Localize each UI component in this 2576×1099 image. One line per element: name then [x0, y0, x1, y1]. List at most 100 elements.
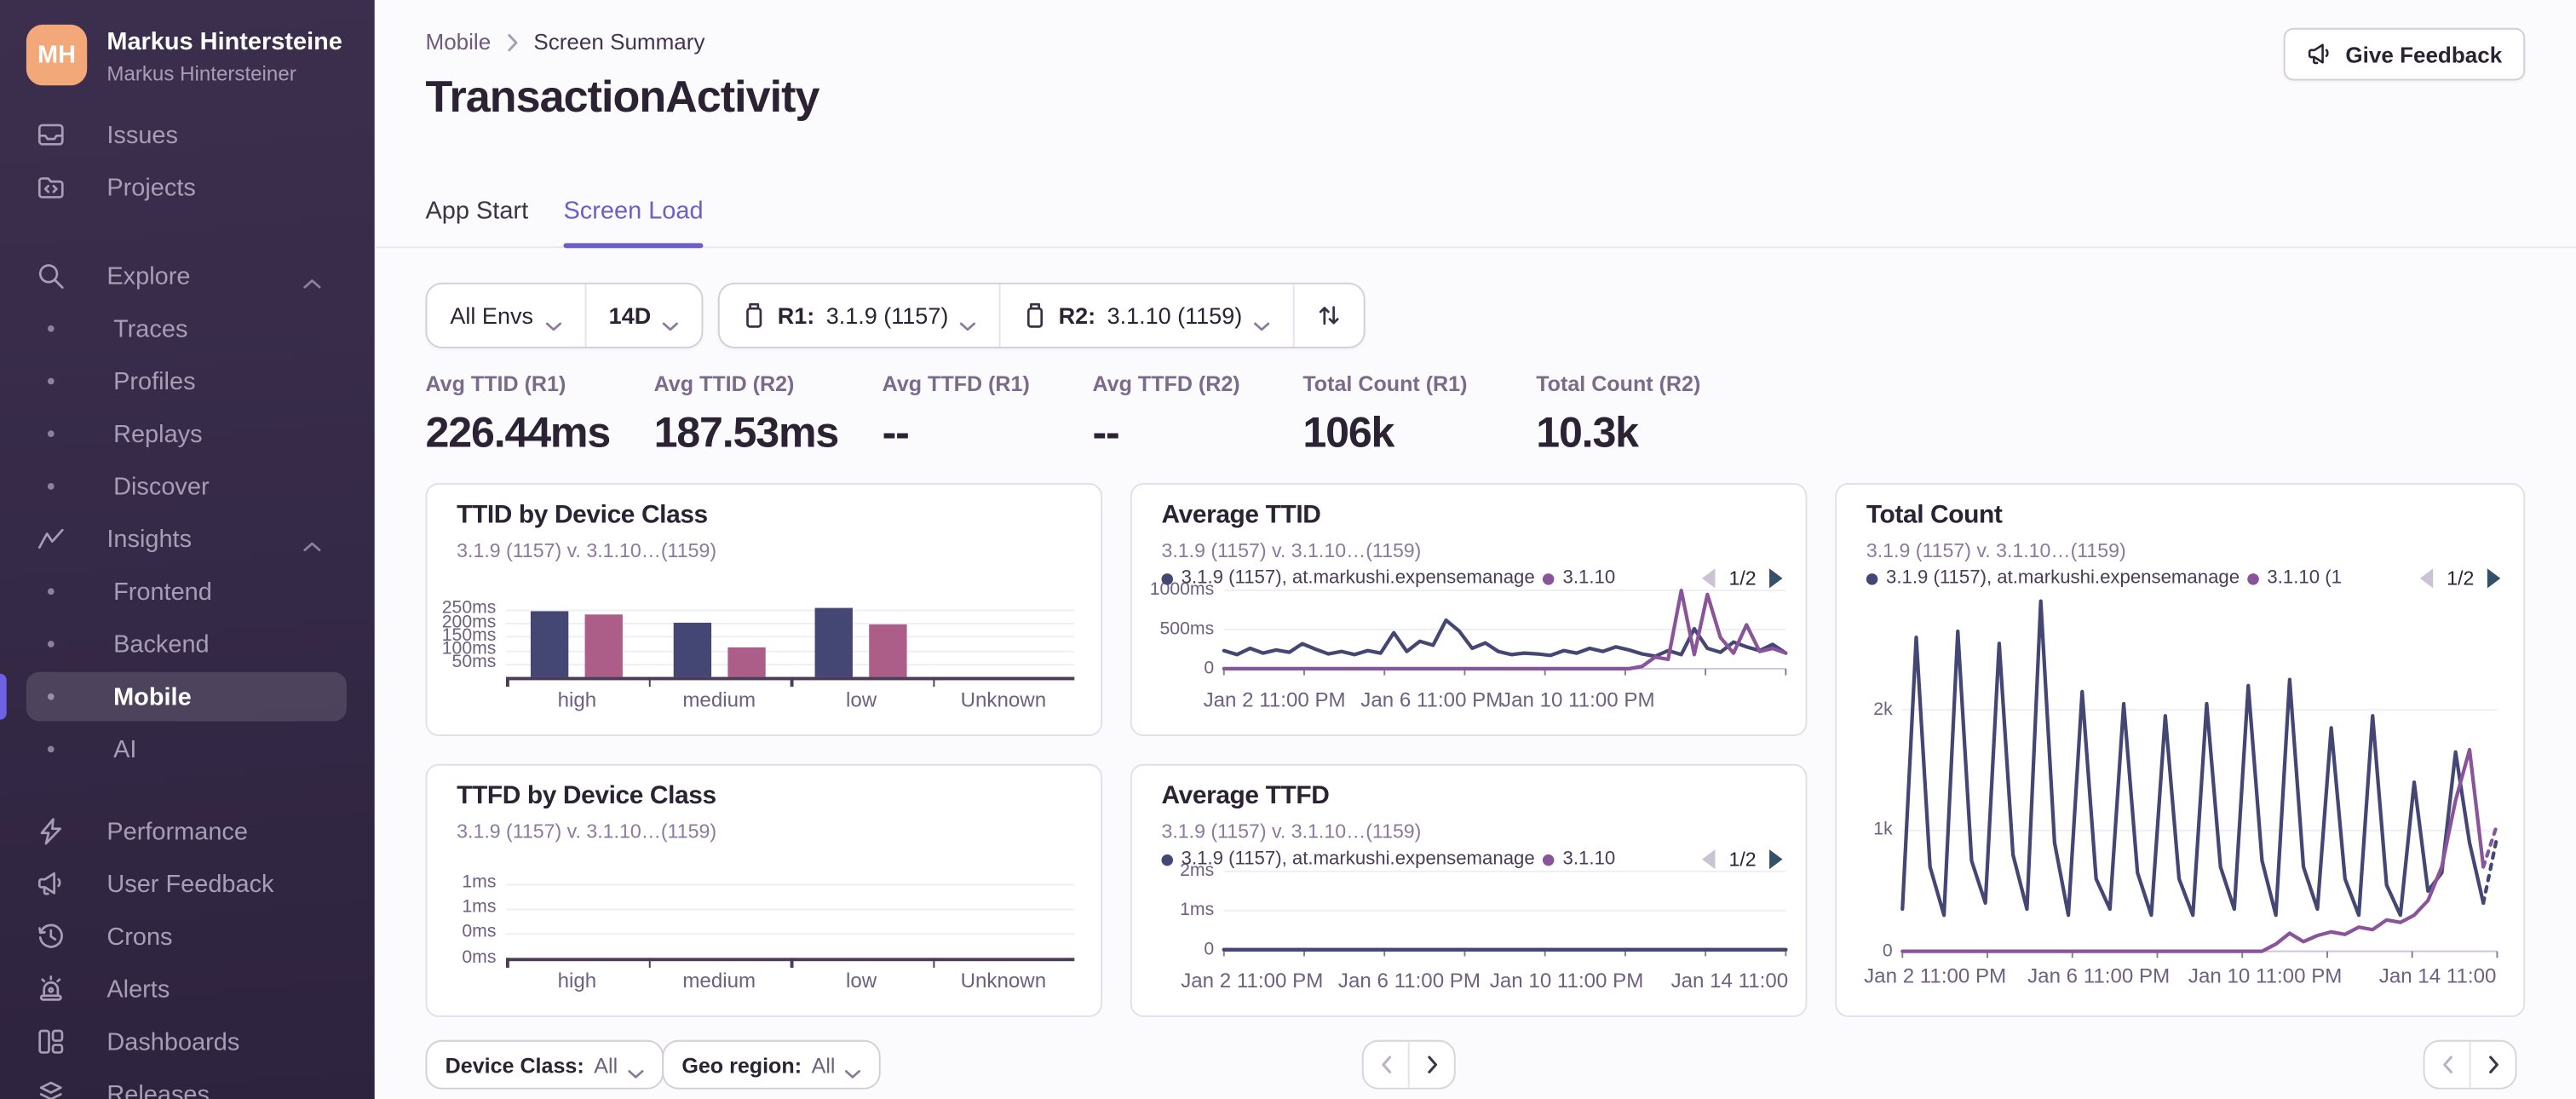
y-axis-tick-label: 0ms: [462, 922, 497, 942]
tab-app-start[interactable]: App Start: [425, 194, 528, 247]
swap-releases-button[interactable]: [1292, 284, 1364, 347]
chart-title: TTFD by Device Class: [457, 781, 716, 810]
pager-next-icon[interactable]: [1769, 849, 1783, 870]
org-switcher[interactable]: MH Markus Hintersteiner Markus Hinterste…: [26, 24, 355, 86]
user-feedback-icon: [36, 869, 66, 899]
x-axis-category-label: high: [557, 969, 597, 993]
metric-avg-ttid-r2-: Avg TTID (R2) 187.53ms: [654, 371, 849, 458]
env-date-filter-group: All Envs 14D: [425, 282, 704, 348]
next-page-button[interactable]: [2469, 1041, 2516, 1088]
line-chart-plot[interactable]: [1900, 599, 2499, 958]
give-feedback-button[interactable]: Give Feedback: [2283, 27, 2526, 81]
line-chart-plot[interactable]: [1222, 586, 1788, 676]
x-axis-time-label: Jan 10 11:00 PM: [1501, 688, 1655, 712]
x-axis-tick: [505, 958, 509, 968]
pager-next-icon[interactable]: [1769, 568, 1783, 589]
legend-dot: [2247, 573, 2259, 584]
sidebar-item-label: Explore: [106, 262, 191, 291]
legend-dot: [1543, 573, 1555, 584]
legend-series-label[interactable]: 3.1.9 (1157), at.markushi.expensemanage: [1182, 568, 1535, 588]
legend-series-label[interactable]: 3.1.10 (1: [2267, 568, 2342, 588]
pager-prev-icon[interactable]: [2420, 568, 2434, 589]
sidebar-item-backend[interactable]: Backend: [0, 618, 375, 670]
sidebar-item-traces[interactable]: Traces: [0, 302, 375, 355]
metric-label: Avg TTFD (R1): [882, 371, 1030, 396]
sidebar-item-ai[interactable]: AI: [0, 723, 375, 776]
pager-prev-icon[interactable]: [1702, 568, 1716, 589]
sidebar-item-label: Releases: [106, 1080, 210, 1099]
metric-label: Total Count (R1): [1302, 371, 1468, 396]
page-title: TransactionActivity: [425, 72, 819, 122]
sidebar-item-discover[interactable]: Discover: [0, 460, 375, 513]
chart-title: Total Count: [1866, 501, 2003, 529]
legend-dot: [1543, 853, 1555, 866]
device-class-filter[interactable]: Device Class: All: [425, 1039, 664, 1090]
pager-next-icon[interactable]: [2487, 568, 2501, 589]
user-name: Markus Hintersteiner: [106, 62, 296, 86]
tab-screen-load[interactable]: Screen Load: [563, 194, 704, 249]
sidebar-item-performance[interactable]: Performance: [0, 805, 375, 858]
x-axis-category-label: medium: [682, 969, 756, 993]
x-axis-time-label: Jan 6 11:00 PM: [1337, 969, 1481, 993]
line-chart-plot[interactable]: [1222, 867, 1788, 957]
chevron-up-icon: [302, 269, 322, 289]
sidebar-item-issues[interactable]: Issues: [0, 108, 375, 161]
prev-page-button[interactable]: [2425, 1042, 2470, 1088]
bar-high-r1[interactable]: [531, 612, 569, 677]
sidebar-item-explore[interactable]: Explore: [0, 250, 375, 302]
gridline: [505, 883, 1075, 885]
sidebar-item-releases[interactable]: Releases: [0, 1068, 375, 1099]
sidebar-item-frontend[interactable]: Frontend: [0, 565, 375, 618]
projects-icon: [36, 172, 66, 202]
bar-high-r2[interactable]: [585, 614, 624, 677]
bullet-icon: [47, 588, 55, 596]
bar-medium-r1[interactable]: [673, 622, 711, 677]
sidebar-item-profiles[interactable]: Profiles: [0, 355, 375, 408]
breadcrumb-mobile[interactable]: Mobile: [425, 30, 491, 55]
sidebar-item-label: Dashboards: [106, 1027, 240, 1056]
prev-page-button[interactable]: [1364, 1042, 1408, 1088]
release-2-selector[interactable]: R2: 3.1.10 (1159): [999, 284, 1293, 347]
geo-region-filter[interactable]: Geo region: All: [662, 1039, 882, 1090]
sidebar-item-replays[interactable]: Replays: [0, 407, 375, 460]
sidebar-item-label: AI: [113, 735, 137, 763]
avatar: MH: [26, 24, 88, 86]
release-1-selector[interactable]: R1: 3.1.9 (1157): [720, 285, 999, 347]
x-axis-time-label: Jan 2 11:00 PM: [1181, 969, 1324, 993]
sidebar-item-label: Projects: [106, 173, 196, 202]
bar-low-r1[interactable]: [815, 607, 854, 677]
chevron-right-icon: [506, 32, 519, 52]
chart-card-avg-ttfd: Average TTFD 3.1.9 (1157) v. 3.1.10…(1159…: [1130, 763, 1808, 1017]
org-name: Markus Hintersteiner: [106, 27, 342, 56]
x-axis-category-label: low: [845, 688, 877, 712]
sidebar-item-dashboards[interactable]: Dashboards: [0, 1016, 375, 1068]
sidebar-item-label: Discover: [113, 472, 210, 501]
metric-total-count-r2-: Total Count (R2) 10.3k: [1536, 371, 1716, 458]
bottom-controls: Device Class: All Geo region: All: [425, 1039, 2525, 1090]
sidebar-item-label: Issues: [106, 120, 178, 149]
give-feedback-label: Give Feedback: [2345, 42, 2503, 67]
sidebar-item-crons[interactable]: Crons: [0, 910, 375, 963]
legend-dot: [1161, 853, 1173, 866]
date-range-filter[interactable]: 14D: [584, 284, 702, 347]
environment-filter[interactable]: All Envs: [427, 285, 584, 347]
sidebar-item-mobile[interactable]: Mobile: [0, 670, 375, 723]
pager-prev-icon[interactable]: [1702, 849, 1716, 870]
bar-low-r2[interactable]: [869, 624, 908, 677]
breadcrumb-screen-summary: Screen Summary: [533, 29, 705, 55]
legend-series-label[interactable]: 3.1.10: [1563, 568, 1616, 588]
next-page-button[interactable]: [1407, 1041, 1454, 1088]
chart-subtitle: 3.1.9 (1157) v. 3.1.10…(1159): [1866, 538, 2126, 562]
sidebar-item-insights[interactable]: Insights: [0, 513, 375, 566]
y-axis-tick-label: 500ms: [1159, 619, 1215, 639]
bar-medium-r2[interactable]: [727, 647, 766, 677]
legend-series-label[interactable]: 3.1.9 (1157), at.markushi.expensemanage: [1886, 568, 2240, 588]
sidebar-item-user-feedback[interactable]: User Feedback: [0, 858, 375, 911]
sidebar: MH Markus Hintersteiner Markus Hinterste…: [0, 0, 375, 1099]
sidebar-item-alerts[interactable]: Alerts: [0, 963, 375, 1016]
legend-series-label[interactable]: 3.1.9 (1157), at.markushi.expensemanage: [1182, 849, 1535, 869]
sidebar-item-projects[interactable]: Projects: [0, 161, 375, 214]
sidebar-item-label: User Feedback: [106, 870, 274, 898]
legend-series-label[interactable]: 3.1.10: [1563, 849, 1616, 869]
gridline: [505, 609, 1075, 611]
